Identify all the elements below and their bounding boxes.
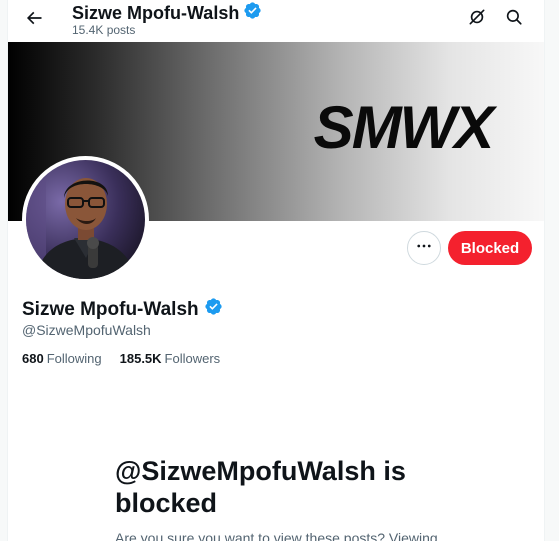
verified-badge-icon[interactable] (204, 297, 223, 322)
back-button[interactable] (18, 4, 50, 36)
search-button[interactable] (499, 4, 529, 34)
banner-logo: SMWX (314, 94, 501, 161)
following-label: Following (46, 351, 102, 366)
blocked-button[interactable]: Blocked (448, 231, 532, 265)
followers-count: 185.5K (119, 351, 162, 366)
arrow-left-icon (24, 8, 44, 33)
header-post-count: 15.4K posts (72, 23, 136, 37)
blocked-notice-title: @SizweMpofuWalsh is blocked (115, 456, 406, 518)
profile-handle: @SizweMpofuWalsh (22, 322, 151, 338)
banner-logo-text: SMWX (314, 94, 499, 161)
follow-stats: 680 Following 185.5K Followers (22, 351, 220, 366)
verified-badge-icon (243, 1, 262, 25)
following-link[interactable]: 680 Following (22, 351, 102, 366)
search-icon (505, 8, 523, 31)
blocked-notice-subtitle: Are you sure you want to view these post… (115, 530, 438, 541)
profile-page: Sizwe Mpofu-Walsh 15.4K posts SMWX Block… (7, 0, 545, 541)
more-dots-icon (415, 237, 433, 260)
more-button[interactable] (407, 231, 441, 265)
grok-button[interactable] (462, 4, 492, 34)
profile-name-text: Sizwe Mpofu-Walsh (22, 298, 199, 320)
header-name: Sizwe Mpofu-Walsh (72, 2, 240, 23)
profile-name: Sizwe Mpofu-Walsh (22, 297, 223, 322)
followers-label: Followers (164, 351, 221, 366)
avatar[interactable] (22, 156, 149, 283)
following-count: 680 (22, 351, 44, 366)
followers-link[interactable]: 185.5K Followers (120, 351, 221, 366)
grok-icon (467, 7, 487, 32)
top-bar: Sizwe Mpofu-Walsh 15.4K posts (8, 0, 544, 42)
header-title: Sizwe Mpofu-Walsh (72, 1, 262, 25)
